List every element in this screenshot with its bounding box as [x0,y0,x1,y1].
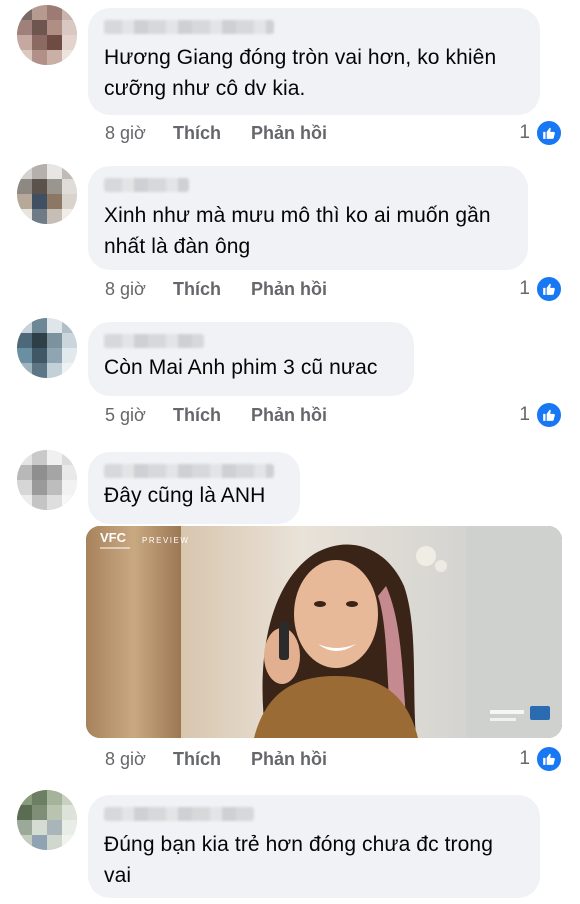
avatar[interactable] [17,318,77,378]
reaction-count[interactable]: 1 [519,276,562,302]
comment-text: Đúng bạn kia trẻ hơn đóng chưa đc trong … [104,833,493,887]
avatar[interactable] [17,450,77,510]
vfc-logo: VFC [100,530,127,545]
video-still-image: VFC PREVIEW [86,526,562,738]
like-thumbs-up-icon [536,276,562,302]
comment-time[interactable]: 8 giờ [105,279,173,300]
preview-badge: PREVIEW [142,536,189,545]
comment-bubble: Đây cũng là ANH [88,452,300,524]
commenter-name-blurred[interactable] [104,20,274,34]
reaction-count[interactable]: 1 [519,120,562,146]
like-button[interactable]: Thích [173,279,251,300]
comment-image-attachment[interactable]: VFC PREVIEW [86,526,562,738]
reply-button[interactable]: Phản hồi [251,405,327,426]
comment-time[interactable]: 8 giờ [105,749,173,770]
comment-time[interactable]: 5 giờ [105,405,173,426]
avatar[interactable] [17,790,77,850]
commenter-name-blurred[interactable] [104,464,274,478]
reply-button[interactable]: Phản hồi [251,749,327,770]
avatar[interactable] [17,164,77,224]
commenter-name-blurred[interactable] [104,334,204,348]
comment-text: Xinh như mà mưu mô thì ko ai muốn gần nh… [104,204,491,258]
comment-bubble: Đúng bạn kia trẻ hơn đóng chưa đc trong … [88,795,540,898]
commenter-name-blurred[interactable] [104,178,189,192]
comment-actions: 5 giờ Thích Phản hồi [105,403,327,427]
like-button[interactable]: Thích [173,749,251,770]
reaction-count[interactable]: 1 [519,746,562,772]
comment-time[interactable]: 8 giờ [105,123,173,144]
comment-text: Còn Mai Anh phim 3 cũ nưac [104,356,378,379]
comment-actions: 8 giờ Thích Phản hồi [105,747,327,771]
like-thumbs-up-icon [536,402,562,428]
reaction-count[interactable]: 1 [519,402,562,428]
comment-actions: 8 giờ Thích Phản hồi [105,277,327,301]
reply-button[interactable]: Phản hồi [251,279,327,300]
comment-text: Đây cũng là ANH [104,484,266,507]
comment-bubble: Còn Mai Anh phim 3 cũ nưac [88,322,414,396]
commenter-name-blurred[interactable] [104,807,254,821]
comment-bubble: Hương Giang đóng tròn vai hơn, ko khiên … [88,8,540,115]
comment-text: Hương Giang đóng tròn vai hơn, ko khiên … [104,46,497,100]
reply-button[interactable]: Phản hồi [251,123,327,144]
like-thumbs-up-icon [536,120,562,146]
like-button[interactable]: Thích [173,405,251,426]
comment-bubble: Xinh như mà mưu mô thì ko ai muốn gần nh… [88,166,528,270]
like-button[interactable]: Thích [173,123,251,144]
comment-actions: 8 giờ Thích Phản hồi [105,121,327,145]
avatar[interactable] [17,5,77,65]
like-thumbs-up-icon [536,746,562,772]
